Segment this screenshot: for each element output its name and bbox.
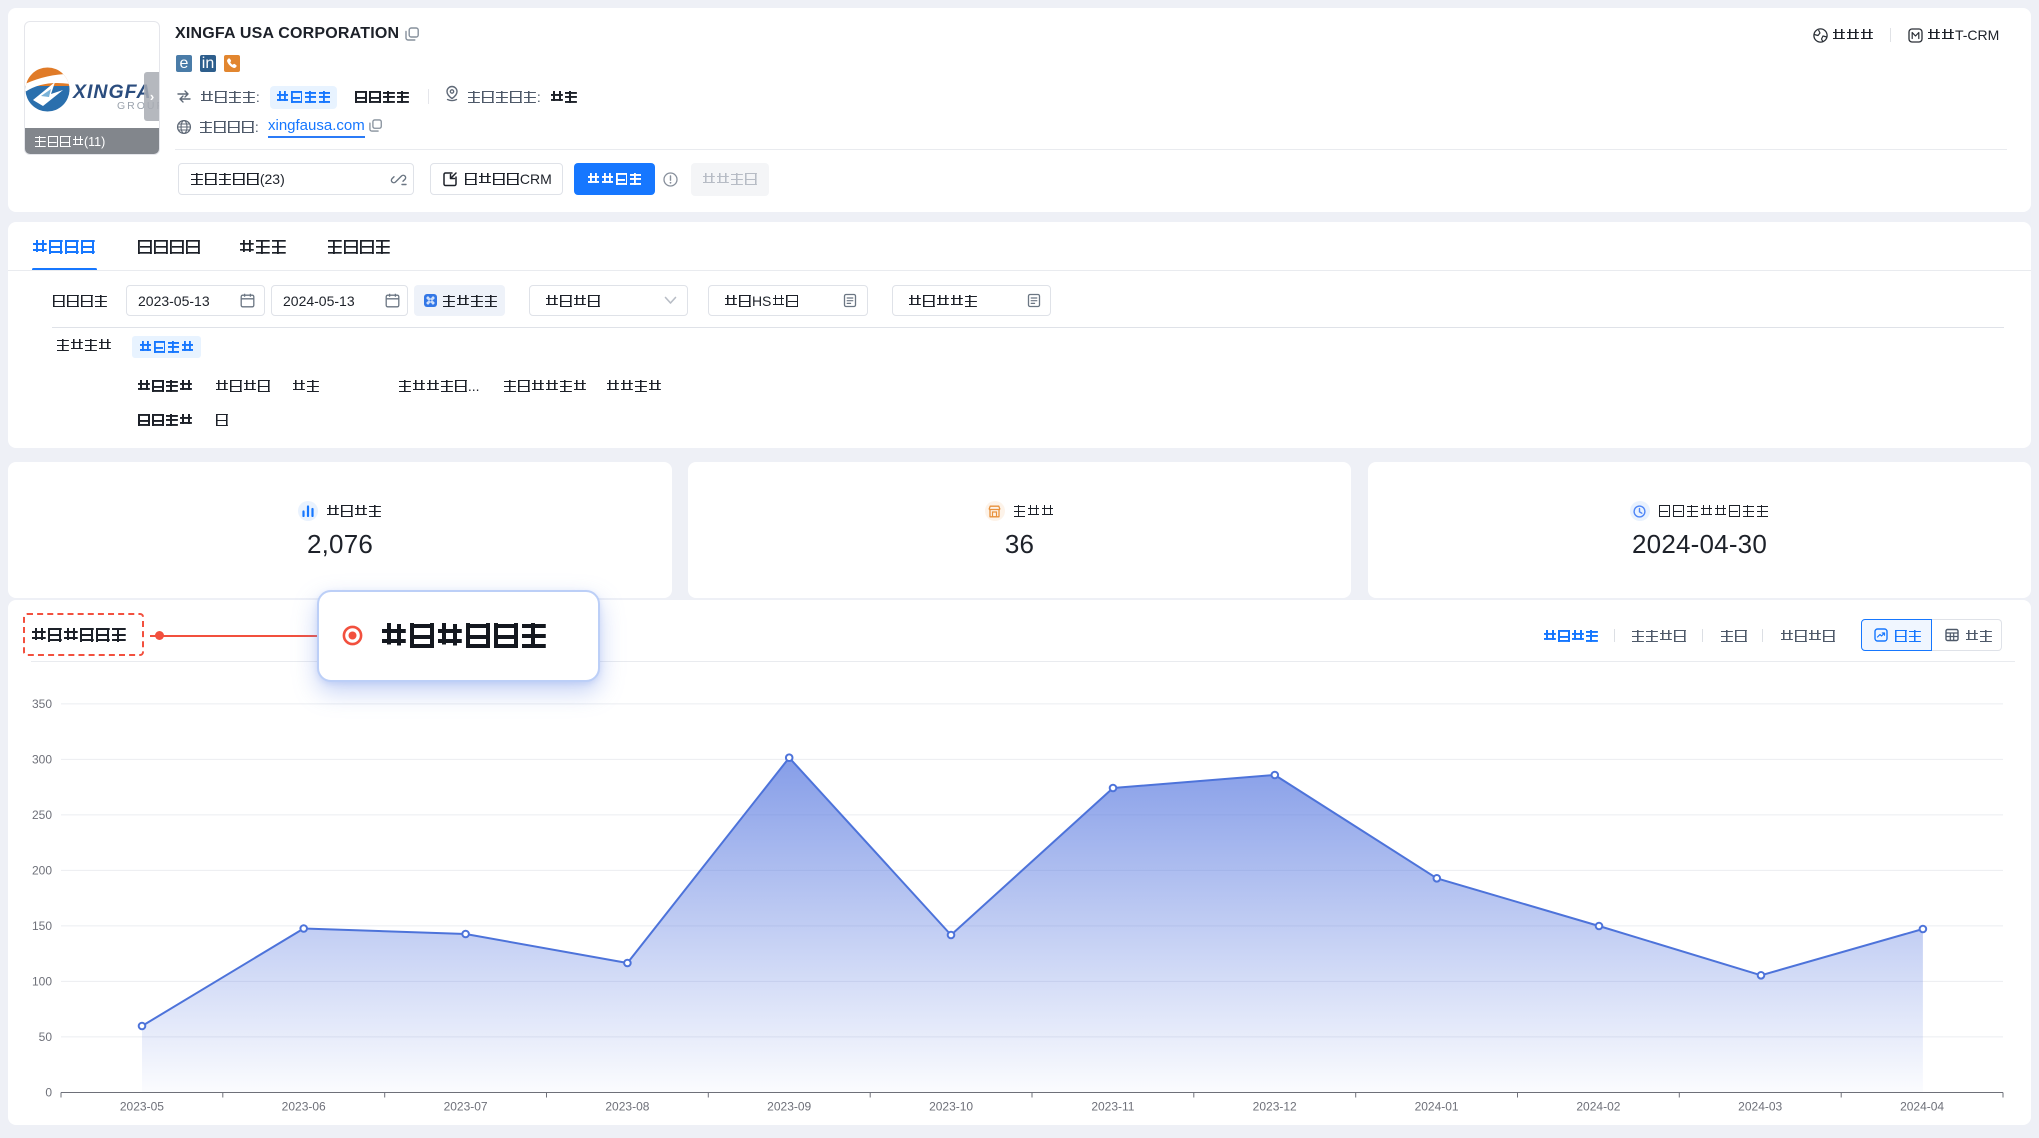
svg-text:2023-10: 2023-10 — [929, 1100, 973, 1114]
svg-text:250: 250 — [32, 808, 52, 822]
svg-text:0: 0 — [45, 1086, 52, 1100]
svg-text:50: 50 — [39, 1030, 53, 1044]
svg-text:2024-01: 2024-01 — [1415, 1100, 1459, 1114]
svg-text:150: 150 — [32, 919, 52, 933]
svg-text:2023-11: 2023-11 — [1091, 1100, 1134, 1114]
svg-text:100: 100 — [32, 975, 52, 989]
svg-text:2024-03: 2024-03 — [1738, 1100, 1782, 1114]
svg-text:300: 300 — [32, 753, 52, 767]
svg-text:2023-12: 2023-12 — [1253, 1100, 1297, 1114]
svg-text:350: 350 — [32, 697, 52, 711]
svg-text:2024-04: 2024-04 — [1900, 1100, 1944, 1114]
svg-text:2024-02: 2024-02 — [1576, 1100, 1620, 1114]
svg-text:2023-05: 2023-05 — [120, 1100, 164, 1114]
svg-text:2023-08: 2023-08 — [605, 1100, 649, 1114]
svg-text:2023-09: 2023-09 — [767, 1100, 811, 1114]
svg-text:2023-07: 2023-07 — [444, 1100, 488, 1114]
svg-text:200: 200 — [32, 864, 52, 878]
svg-text:2023-06: 2023-06 — [282, 1100, 326, 1114]
